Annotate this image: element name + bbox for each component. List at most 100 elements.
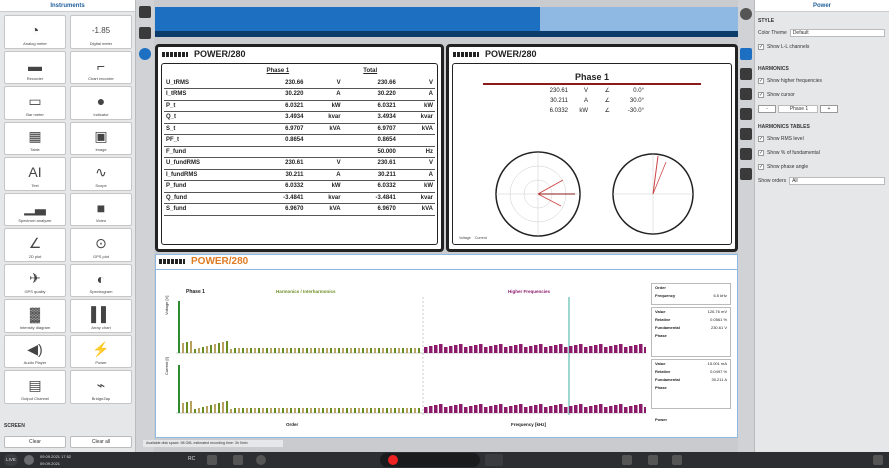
gear-icon[interactable] — [740, 8, 752, 20]
widget-handle-icon[interactable] — [453, 52, 479, 58]
instrument-indicator[interactable]: ● Indicator — [70, 86, 132, 120]
instrument-video[interactable]: ■ Video — [70, 192, 132, 226]
phasor-row: 30.211 A ∠ 30.0° — [453, 96, 731, 106]
cell-v1: 30.211 — [250, 169, 306, 181]
instrument-recorder[interactable]: ▬ Recorder — [4, 50, 66, 84]
instrument-bar-meter[interactable]: ▭ Bar meter — [4, 86, 66, 120]
flag-icon[interactable] — [740, 88, 752, 100]
harmonics-chart[interactable] — [176, 297, 646, 425]
clear-all-button[interactable]: Clear all — [70, 436, 132, 448]
instrument-analog-meter[interactable]: ◔ Analog meter — [4, 15, 66, 49]
instrument-array-chart[interactable]: ▌▌ Array chart — [70, 299, 132, 333]
harmonic-bar — [322, 408, 324, 413]
show-higher-checkbox[interactable]: ✓ — [758, 78, 764, 84]
printer-icon[interactable] — [672, 455, 682, 465]
harmonics-widget[interactable]: POWER/280 Phase 1 Harmonics / Interharmo… — [155, 254, 739, 438]
measure-icon[interactable] — [207, 455, 217, 465]
phasor-ang: ∠ — [604, 98, 610, 104]
instrument-intensity-diagram[interactable]: ▓ Intensity diagram — [4, 299, 66, 333]
power-icon: ⚡ — [92, 341, 110, 357]
harmonic-bar — [302, 408, 304, 413]
show-rms-checkbox[interactable]: ✓ — [758, 136, 764, 142]
instrument-text[interactable]: AI Text — [4, 157, 66, 191]
harmonic-bar — [298, 408, 300, 413]
rc-label[interactable]: RC — [188, 456, 195, 462]
folder-icon[interactable] — [485, 454, 503, 466]
instrument-table[interactable]: ▦ Table — [4, 121, 66, 155]
show-cursor-checkbox[interactable]: ✓ — [758, 92, 764, 98]
table-row: P_fund 6.0332 kW 6.0332 kW — [164, 180, 435, 193]
instrument-2d-plot[interactable]: ∠ 2D plot — [4, 228, 66, 262]
higher-frequency-bar — [464, 407, 468, 413]
clear-button[interactable]: Clear — [4, 436, 66, 448]
instrument-power[interactable]: ⚡ Power — [70, 334, 132, 368]
chat-icon[interactable] — [622, 455, 632, 465]
instrument-digital-meter[interactable]: -1.85 Digital meter — [70, 15, 132, 49]
show-pct-checkbox[interactable]: ✓ — [758, 150, 764, 156]
instrument-audio-player[interactable]: ◀) Audio Player — [4, 334, 66, 368]
record-button[interactable] — [388, 455, 398, 465]
info-row: Phase — [652, 332, 730, 340]
higher-frequency-bar — [434, 405, 438, 413]
phasor-ang: ∠ — [604, 88, 610, 94]
instrument-scope[interactable]: ∿ Scope — [70, 157, 132, 191]
recording-timeline[interactable] — [155, 7, 738, 37]
higher-frequency-bar — [604, 407, 608, 413]
globe-icon[interactable] — [24, 455, 34, 465]
car-icon[interactable] — [740, 148, 752, 160]
digital-meter-icon: -1.85 — [91, 25, 111, 35]
show-ll-checkbox[interactable]: ✓ — [758, 44, 764, 50]
instrument-spectrum-analyzer[interactable]: ▁▃ Spectrum analyzer — [4, 192, 66, 226]
lightning-icon[interactable] — [740, 68, 752, 80]
properties-icon[interactable] — [740, 48, 752, 60]
power-table-widget[interactable]: POWER/280 Phase 1 Total U_tRMS 230.66 V 230.… — [155, 44, 444, 252]
phasor-widget[interactable]: POWER/280 Phase 1 230.61 V ∠ 0.0° 30.211 A ∠ 30… — [446, 44, 738, 252]
table-icon: ▦ — [28, 128, 42, 144]
voltage-axis-label: Voltage [V] — [164, 295, 169, 315]
screen-icon[interactable] — [139, 6, 151, 18]
instrument-bridgezap[interactable]: ⌁ BridgeZap — [70, 370, 132, 404]
phasor-ang: ∠ — [604, 108, 610, 114]
harmonic-bar — [210, 345, 212, 353]
widget-handle-icon[interactable] — [162, 52, 188, 58]
harmonic-bar — [226, 341, 228, 353]
show-orders-select[interactable]: All — [789, 177, 885, 185]
widget-handle-icon[interactable] — [159, 258, 185, 264]
instrument-spectrogram[interactable]: ◐ Spectrogram — [70, 263, 132, 297]
table-row: S_t 6.9707 kVA 6.9707 kVA — [164, 123, 435, 135]
cell-unit2: A — [397, 88, 435, 101]
show-rms-label: Show RMS level — [767, 136, 804, 142]
table-row: P_t 6.0321 kW 6.0321 kW — [164, 100, 435, 112]
phase-next-button[interactable]: + — [820, 105, 838, 113]
instruments-panel: Instruments ◔ Analog meter -1.85 Digital me… — [0, 0, 136, 452]
instrument-output-channel[interactable]: ▤ Output Channel — [4, 370, 66, 404]
phase-prev-button[interactable]: - — [758, 105, 776, 113]
database-icon[interactable] — [139, 27, 151, 39]
harmonic-bar — [266, 408, 268, 413]
tree-icon[interactable] — [740, 128, 752, 140]
harmonic-bar — [230, 409, 232, 413]
cell-name: P_t — [164, 100, 251, 112]
cursor-tool-icon[interactable] — [233, 455, 243, 465]
cell-v2: 6.9670 — [342, 203, 398, 216]
show-phase-checkbox[interactable]: ✓ — [758, 164, 764, 170]
instrument-gps-quality[interactable]: ✈ GPS quality — [4, 263, 66, 297]
color-theme-select[interactable]: Default — [789, 29, 885, 37]
instrument-chart-recorder[interactable]: ⌐ Chart recorder — [70, 50, 132, 84]
triangle-icon[interactable] — [740, 168, 752, 180]
phase-selector[interactable]: Phase 1 — [778, 105, 818, 113]
live-button[interactable]: LIVE — [4, 454, 18, 466]
instrument-label: Recorder — [26, 76, 44, 81]
chart-icon[interactable] — [740, 108, 752, 120]
instrument-icon[interactable] — [139, 48, 151, 60]
snowflake-icon[interactable] — [256, 455, 266, 465]
show-pct-label: Show % of fundamental — [767, 150, 820, 156]
instrument-image[interactable]: ▣ Image — [70, 121, 132, 155]
current-info-panel: Value 15.001 mA Relative 0.0497 % Fundamenta… — [651, 359, 731, 409]
camera-icon[interactable] — [648, 455, 658, 465]
analog-meter-icon: ◔ — [30, 22, 40, 38]
instrument-gps-plot[interactable]: ⊙ GPS plot — [70, 228, 132, 262]
phasor-phase-title: Phase 1 — [574, 72, 610, 82]
menu-icon[interactable] — [873, 455, 883, 465]
harmonic-bar — [298, 348, 300, 353]
